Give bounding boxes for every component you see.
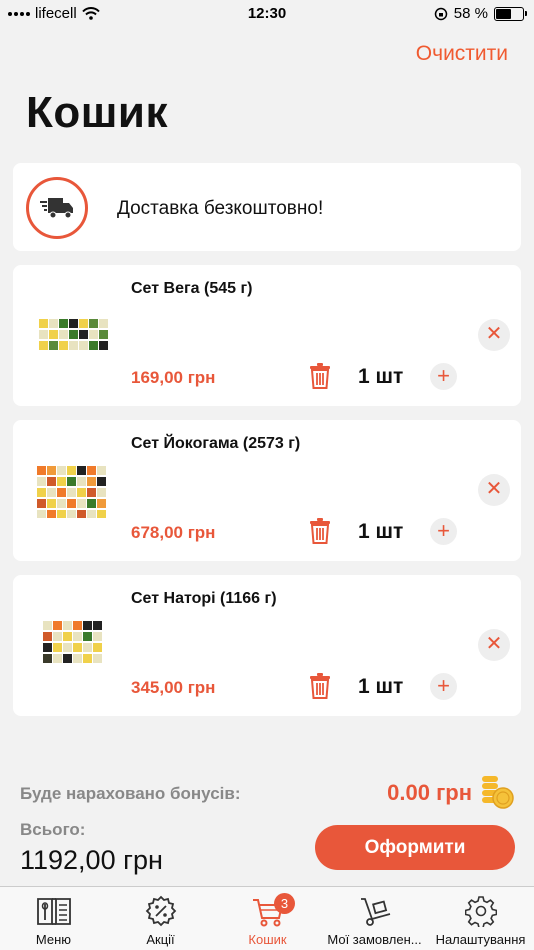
- increase-quantity-button[interactable]: +: [430, 518, 457, 545]
- close-icon: ✕: [485, 478, 503, 500]
- coins-icon: [482, 776, 514, 809]
- tab-my-orders[interactable]: Мої замовлен...: [321, 887, 428, 950]
- cart-badge: 3: [274, 893, 295, 914]
- item-quantity: 1 шт: [358, 365, 404, 388]
- checkout-button[interactable]: Оформити: [315, 825, 515, 870]
- trash-icon[interactable]: [309, 673, 331, 699]
- status-right: 58 %: [434, 5, 527, 22]
- tab-menu[interactable]: Меню: [0, 887, 107, 950]
- gear-icon: [464, 896, 497, 927]
- item-price: 169,00 грн: [131, 368, 216, 387]
- remove-item-button[interactable]: ✕: [478, 629, 510, 661]
- tab-promos[interactable]: Акції: [107, 887, 214, 950]
- close-icon: ✕: [485, 633, 503, 655]
- item-price: 678,00 грн: [131, 523, 216, 542]
- product-image: [23, 309, 117, 365]
- item-name: Сет Наторі (1166 г): [131, 590, 277, 607]
- total-label: Всього:: [20, 820, 86, 839]
- delivery-banner: Доставка безкоштовно!: [13, 163, 521, 251]
- tab-settings[interactable]: Налаштування: [427, 887, 534, 950]
- item-quantity: 1 шт: [358, 520, 404, 543]
- delivery-text: Доставка безкоштовно!: [117, 198, 324, 219]
- remove-item-button[interactable]: ✕: [478, 474, 510, 506]
- plus-icon: +: [437, 363, 450, 388]
- close-icon: ✕: [485, 323, 503, 345]
- tab-label: Налаштування: [435, 932, 526, 947]
- item-price: 345,00 грн: [131, 678, 216, 697]
- bonus-label: Буде нараховано бонусів:: [20, 784, 241, 803]
- trash-icon[interactable]: [309, 363, 331, 389]
- total-value: 1192,00 грн: [20, 845, 163, 875]
- bonus-value: 0.00 грн: [387, 780, 472, 805]
- item-name: Сет Вега (545 г): [131, 280, 253, 297]
- tab-label: Мої замовлен...: [327, 932, 422, 947]
- menu-book-icon: [36, 898, 71, 925]
- status-bar: lifecell 12:30 58 %: [0, 0, 534, 28]
- remove-item-button[interactable]: ✕: [478, 319, 510, 351]
- tab-bar: Меню Акції 3 Кошик Мої замовлен... Налаш…: [0, 886, 534, 950]
- battery-percent: 58 %: [453, 5, 488, 22]
- rotation-lock-icon: [434, 7, 448, 20]
- cart-item: Сет Наторі (1166 г) 345,00 грн 1 шт + ✕: [13, 575, 521, 716]
- tab-label: Акції: [146, 932, 175, 947]
- delivery-truck-icon: [26, 177, 88, 239]
- trash-icon[interactable]: [309, 518, 331, 544]
- tab-label: Меню: [35, 932, 72, 947]
- item-name: Сет Йокогама (2573 г): [131, 435, 301, 452]
- battery-icon: [494, 6, 527, 21]
- plus-icon: +: [437, 673, 450, 698]
- cart-item: Сет Йокогама (2573 г) 678,00 грн 1 шт + …: [13, 420, 521, 561]
- tab-label: Кошик: [248, 932, 287, 947]
- item-quantity: 1 шт: [358, 675, 404, 698]
- page-title: Кошик: [26, 88, 168, 137]
- hand-truck-icon: [360, 898, 390, 926]
- discount-badge-icon: [145, 895, 176, 927]
- product-image: [23, 619, 117, 675]
- tab-cart[interactable]: 3 Кошик: [214, 887, 321, 950]
- increase-quantity-button[interactable]: +: [430, 363, 457, 390]
- cart-item: Сет Вега (545 г) 169,00 грн 1 шт + ✕: [13, 265, 521, 406]
- increase-quantity-button[interactable]: +: [430, 673, 457, 700]
- clear-cart-button[interactable]: Очистити: [416, 42, 508, 66]
- product-image: [23, 464, 117, 520]
- plus-icon: +: [437, 518, 450, 543]
